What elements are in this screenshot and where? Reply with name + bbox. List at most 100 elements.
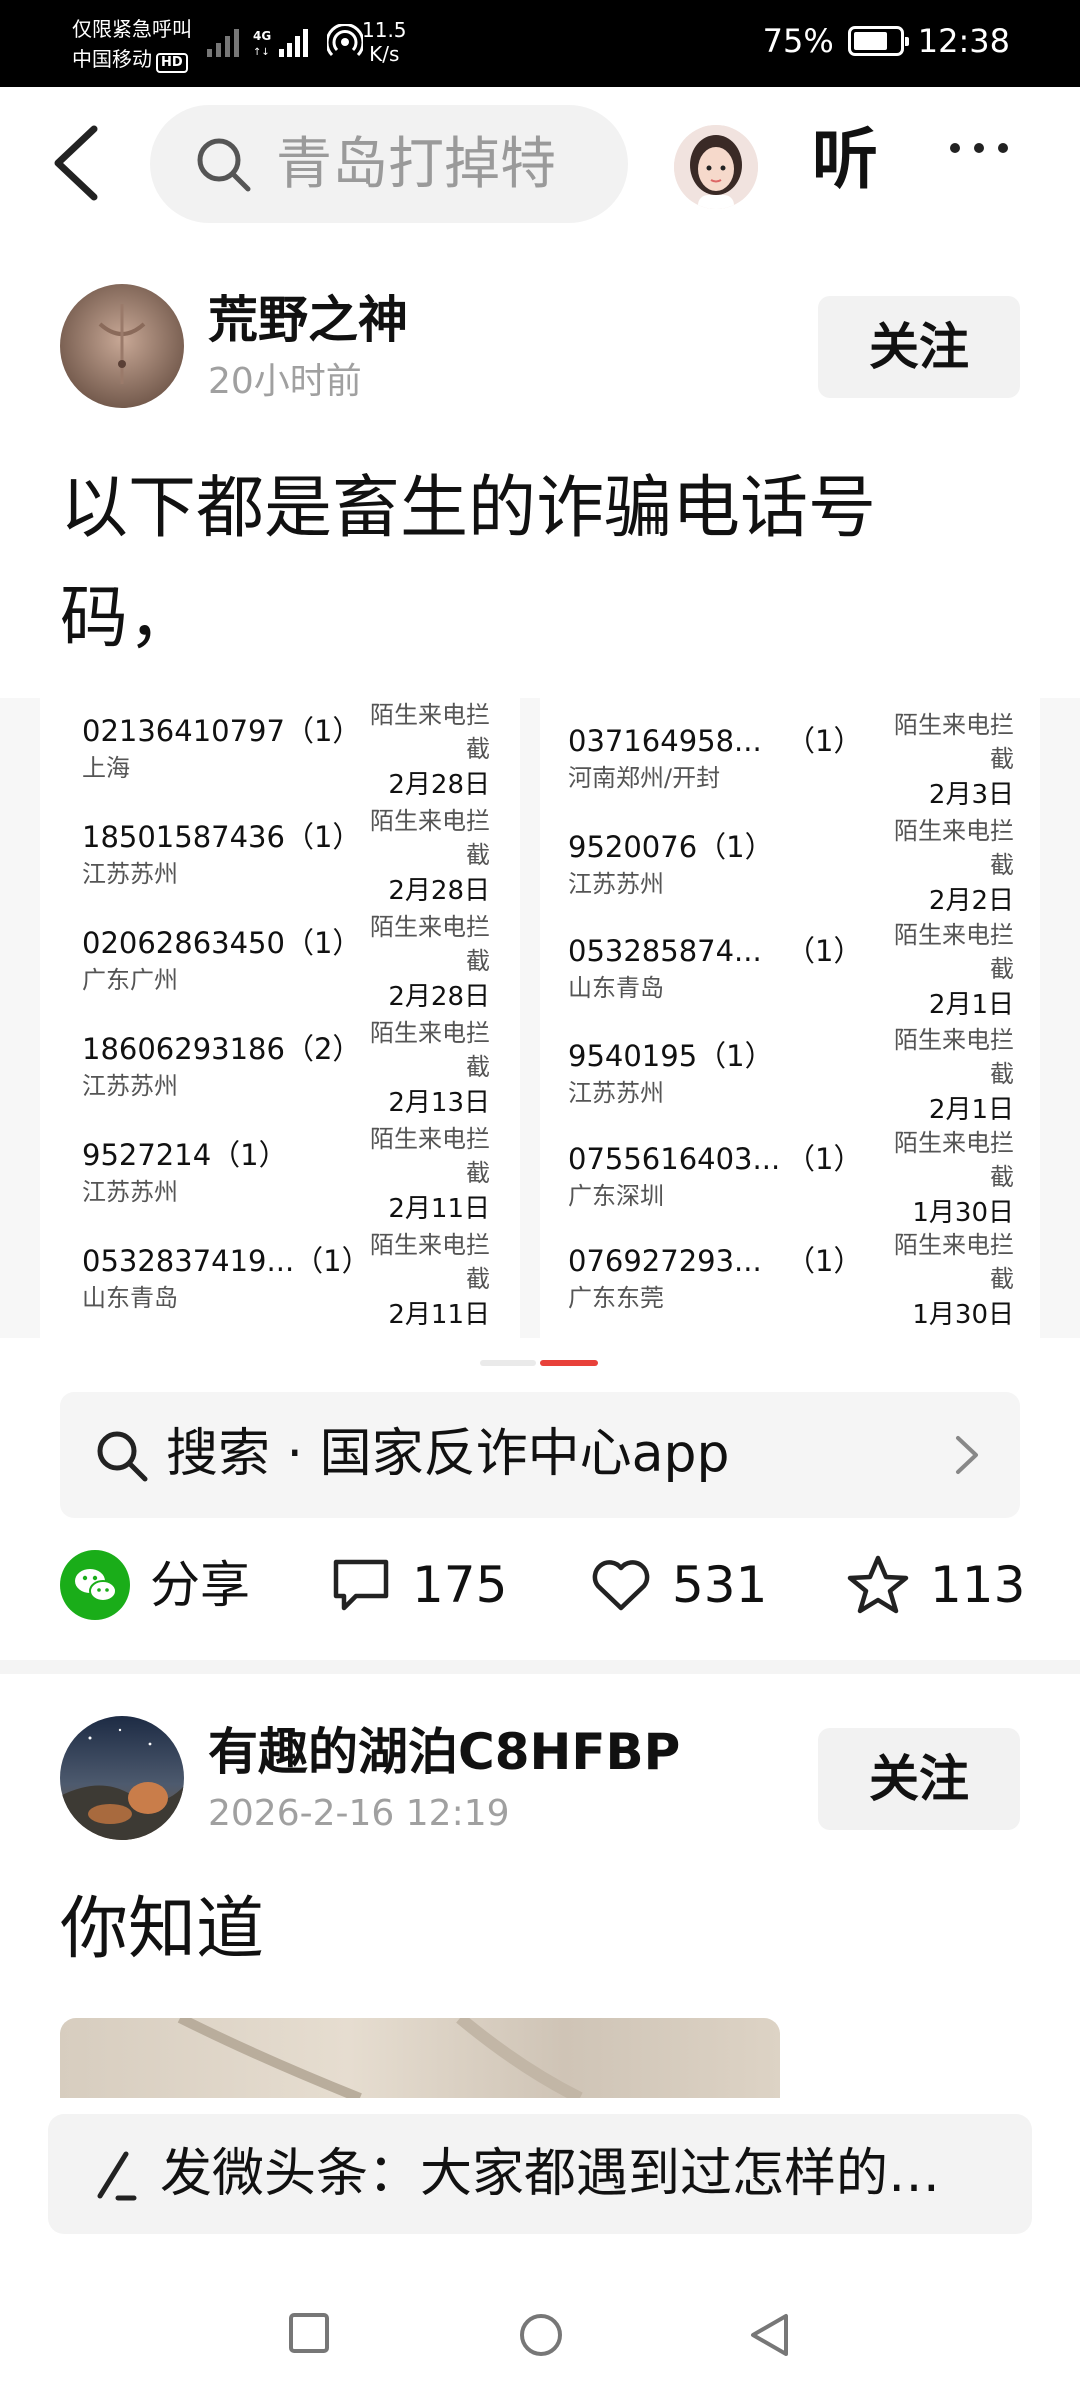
author-avatar-image: [60, 1716, 184, 1840]
record-count: （1）: [786, 1142, 863, 1176]
record-tag: 陌生来电拦截: [370, 701, 490, 763]
record-date: 2月28日: [388, 876, 490, 906]
record-location: 江苏苏州: [82, 1072, 178, 1100]
author-name[interactable]: 有趣的湖泊C8HFBP: [208, 1722, 680, 1782]
record-tag: 陌生来电拦截: [894, 711, 1014, 773]
back-button[interactable]: [48, 123, 108, 203]
favorite-button[interactable]: 113: [846, 1550, 1025, 1620]
more-options-button[interactable]: [950, 143, 1008, 153]
follow-button[interactable]: 关注: [818, 296, 1020, 398]
share-label: 分享: [150, 1556, 250, 1614]
author-avatar-image: [60, 284, 184, 408]
pager-dot-active: [540, 1360, 598, 1366]
record-tag: 陌生来电拦截: [894, 1231, 1014, 1293]
signal-strength-icon: [207, 29, 239, 57]
record-item: 9520076（1） 江苏苏州 陌生来电拦截 2月2日: [540, 814, 1040, 920]
record-number: 0755616403...: [568, 1142, 781, 1176]
records-column-right: 037164958... （1） 河南郑州/开封 陌生来电拦截 2月3日 952…: [540, 698, 1040, 1338]
record-number: 037164958...: [568, 724, 762, 758]
post-title[interactable]: 你知道: [60, 1880, 264, 1980]
record-location: 江苏苏州: [568, 870, 664, 898]
record-date: 2月1日: [928, 1095, 1014, 1125]
records-column-left: 02136410797（1） 上海 陌生来电拦截 2月28日 185015874…: [40, 698, 520, 1338]
back-triangle-icon[interactable]: [748, 2312, 790, 2358]
record-item: 02136410797（1） 上海 陌生来电拦截 2月28日: [40, 698, 520, 804]
share-button[interactable]: 分享: [60, 1550, 250, 1620]
record-number: 9520076（1）: [568, 830, 774, 864]
record-item: 053285874... （1） 山东青岛 陌生来电拦截 2月1日: [540, 918, 1040, 1024]
record-date: 2月28日: [388, 982, 490, 1012]
record-date: 1月30日: [912, 1198, 1014, 1228]
emergency-text: 仅限紧急呼叫: [72, 17, 192, 41]
record-item: 18606293186（2） 江苏苏州 陌生来电拦截 2月13日: [40, 1016, 520, 1122]
more-dot-icon: [974, 143, 984, 153]
record-number: 18606293186（2）: [82, 1032, 362, 1066]
record-item: 0532837419...（1） 山东青岛 陌生来电拦截 2月11日: [40, 1228, 520, 1334]
record-item: 9527214（1） 江苏苏州 陌生来电拦截 2月11日: [40, 1122, 520, 1228]
post-image-call-records[interactable]: 02136410797（1） 上海 陌生来电拦截 2月28日 185015874…: [0, 698, 1080, 1338]
follow-button[interactable]: 关注: [818, 1728, 1020, 1830]
post-author-header: 荒野之神 20小时前 关注: [0, 284, 1080, 424]
search-icon: [197, 138, 251, 192]
post-actions-bar: 分享 175 531 113: [0, 1530, 1080, 1640]
related-search-card[interactable]: 搜索 · 国家反诈中心app: [60, 1392, 1020, 1518]
author-avatar[interactable]: [60, 1716, 184, 1840]
net-speed-value: 11.5: [362, 18, 407, 42]
record-date: 2月3日: [928, 780, 1014, 810]
related-search-text: 搜索 · 国家反诈中心app: [166, 1424, 730, 1484]
record-item: 0755616403... （1） 广东深圳 陌生来电拦截 1月30日: [540, 1126, 1040, 1232]
like-count: 531: [672, 1556, 768, 1614]
clock: 12:38: [917, 22, 1010, 60]
hd-badge: HD: [156, 53, 188, 73]
wechat-icon: [60, 1550, 130, 1620]
home-icon[interactable]: [518, 2312, 564, 2358]
search-icon: [97, 1431, 148, 1482]
signal-4g-icon: 4G ↑↓: [253, 29, 308, 57]
post-time: 20小时前: [208, 361, 362, 402]
record-count: （1）: [786, 724, 863, 758]
record-location: 上海: [82, 754, 130, 782]
record-tag: 陌生来电拦截: [370, 1231, 490, 1293]
search-input[interactable]: 青岛打掉特: [150, 105, 628, 223]
record-location: 河南郑州/开封: [568, 764, 721, 792]
record-number: 18501587436（1）: [82, 820, 362, 854]
author-avatar[interactable]: [60, 284, 184, 408]
record-item: 9540195（1） 江苏苏州 陌生来电拦截 2月1日: [540, 1023, 1040, 1129]
like-button[interactable]: 531: [590, 1550, 767, 1620]
status-right: 75% 12:38: [763, 22, 1010, 60]
signal-icons: 4G ↑↓: [207, 24, 363, 60]
comment-icon: [333, 1559, 389, 1611]
pager-dot: [480, 1360, 536, 1366]
feed-divider: [0, 1660, 1080, 1674]
record-item: 076927293... （1） 广东东莞 陌生来电拦截 1月30日: [540, 1228, 1040, 1334]
listen-button[interactable]: 听: [812, 115, 878, 205]
star-icon: [847, 1555, 909, 1614]
record-tag: 陌生来电拦截: [894, 921, 1014, 983]
record-count: （1）: [786, 934, 863, 968]
post-image[interactable]: [60, 2018, 780, 2098]
record-tag: 陌生来电拦截: [370, 1019, 490, 1081]
record-item: 02062863450（1） 广东广州 陌生来电拦截 2月28日: [40, 910, 520, 1016]
user-avatar[interactable]: [674, 125, 758, 209]
carrier-info: 仅限紧急呼叫 中国移动 HD: [72, 14, 192, 74]
record-location: 山东青岛: [568, 974, 664, 1002]
record-item: 18501587436（1） 江苏苏州 陌生来电拦截 2月28日: [40, 804, 520, 910]
post-image-content: [177, 2018, 583, 2098]
svg-text:4G: 4G: [253, 29, 271, 43]
record-number: 0532837419...（1）: [82, 1244, 371, 1278]
record-count: （1）: [786, 1244, 863, 1278]
comment-button[interactable]: 175: [330, 1550, 507, 1620]
comment-count: 175: [412, 1556, 508, 1614]
post-title[interactable]: 以下都是畜生的诈骗电话号码，: [60, 454, 1000, 674]
author-name[interactable]: 荒野之神: [208, 290, 408, 350]
record-date: 2月13日: [388, 1088, 490, 1118]
record-number: 02062863450（1）: [82, 926, 362, 960]
recent-apps-icon[interactable]: [288, 2312, 330, 2354]
compose-placeholder: 发微头条：大家都遇到过怎样的…: [160, 2144, 941, 2204]
record-tag: 陌生来电拦截: [894, 1129, 1014, 1191]
battery-fill: [853, 32, 887, 50]
record-number: 9540195（1）: [568, 1039, 774, 1073]
record-date: 2月1日: [928, 990, 1014, 1020]
hotspot-icon: [327, 24, 363, 57]
compose-post-bar[interactable]: 发微头条：大家都遇到过怎样的…: [48, 2114, 1032, 2234]
